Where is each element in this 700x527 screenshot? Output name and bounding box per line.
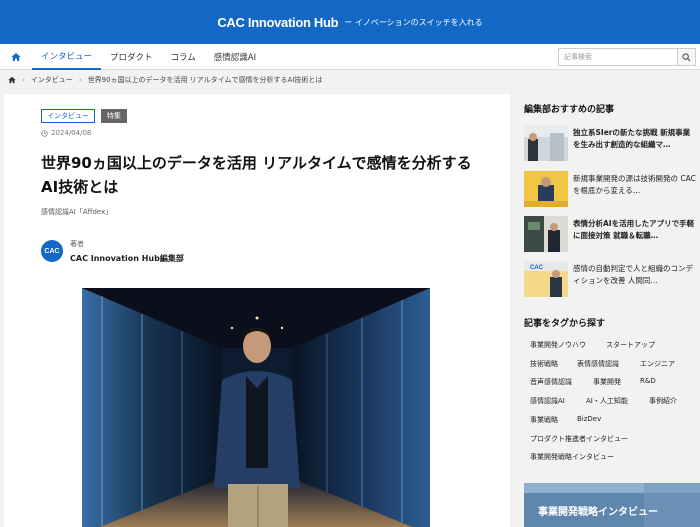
promo-banner[interactable]: 事業開発戦略インタビュー [524, 483, 700, 527]
recommended-article-title[interactable]: 新規事業開発の源は技術開発の CACを根底から変える… [573, 173, 697, 197]
home-button[interactable] [0, 44, 32, 70]
recommended-heading: 編集部おすすめの記事 [524, 105, 615, 115]
search-input[interactable]: 記事検索 [558, 48, 678, 66]
recommended-article-title[interactable]: 表情分析AIを活用したアプリで手軽に面接対策 就職＆転職… [573, 218, 697, 242]
search-icon [682, 52, 691, 62]
breadcrumb-item-interview[interactable]: インタビュー [31, 75, 73, 85]
site-logo[interactable]: CAC Innovation Hub [217, 15, 338, 30]
tag-feature[interactable]: 特集 [101, 109, 127, 123]
tag-link[interactable]: 事業開発 [593, 377, 621, 387]
recommended-article[interactable]: 新規事業開発の源は技術開発の CACを根底から変える… [524, 171, 696, 207]
logo-link[interactable]: CAC Innovation Hub ー イノベーションのスイッチを入れる [217, 15, 482, 30]
recommended-article-title[interactable]: 感情の自動判定で人と組織のコンディションを改善 人間同… [573, 263, 697, 287]
tag-link[interactable]: AI・人工知能 [586, 396, 628, 406]
recommended-article[interactable]: 表情分析AIを活用したアプリで手軽に面接対策 就職＆転職… [524, 216, 696, 252]
article-category[interactable]: 感情認識AI「Affdex」 [41, 207, 112, 217]
author-name[interactable]: CAC Innovation Hub編集部 [70, 253, 184, 264]
article-card: インタビュー 特集 2024/04/08 世界90ヵ国以上のデータを活用 リアル… [4, 94, 510, 527]
nav-tab-emotion-ai[interactable]: 感情認識AI [205, 44, 265, 70]
article-thumbnail[interactable] [524, 171, 568, 207]
tag-link[interactable]: 事業開発ノウハウ [530, 340, 586, 350]
tag-link[interactable]: 事例紹介 [649, 396, 677, 406]
nav-tab-product[interactable]: プロダクト [101, 44, 162, 70]
author-avatar[interactable]: CAC [41, 240, 63, 262]
svg-text:CAC: CAC [530, 265, 544, 271]
tag-link[interactable]: 技術戦略 [530, 359, 558, 369]
tag-link[interactable]: エンジニア [640, 359, 675, 369]
author-role: 著者 [70, 240, 84, 248]
main-nav: インタビュー プロダクト コラム 感情認識AI 記事検索 [0, 44, 700, 70]
article-title: 世界90ヵ国以上のデータを活用 リアルタイムで感情を分析するAI技術とは [41, 154, 472, 196]
breadcrumb: › インタビュー › 世界90ヵ国以上のデータを活用 リアルタイムで感情を分析す… [0, 71, 700, 89]
nav-tab-column[interactable]: コラム [162, 44, 205, 70]
tag-link[interactable]: 表情感情認識 [577, 359, 619, 369]
home-icon [11, 52, 21, 61]
tag-link[interactable]: 事業戦略 [530, 415, 558, 425]
tag-link[interactable]: BizDev [577, 415, 601, 423]
tag-interview[interactable]: インタビュー [41, 109, 95, 123]
tags-heading: 記事をタグから探す [524, 319, 606, 329]
recommended-article-title[interactable]: 独立系SIerの新たな挑戦 新規事業を生み出す創造的な組織マ… [573, 127, 697, 151]
search-button[interactable] [678, 48, 696, 66]
recommended-article[interactable]: CAC 感情の自動判定で人と組織のコンディションを改善 人間同… [524, 261, 696, 297]
hero-photo [82, 288, 430, 527]
chevron-right-icon: › [78, 76, 82, 84]
recommended-article[interactable]: 独立系SIerの新たな挑戦 新規事業を生み出す創造的な組織マ… [524, 125, 696, 161]
site-tagline: ー イノベーションのスイッチを入れる [344, 17, 483, 27]
breadcrumb-item-current: 世界90ヵ国以上のデータを活用 リアルタイムで感情を分析するAI技術とは [87, 76, 323, 84]
promo-banner-title[interactable]: 事業開発戦略インタビュー [538, 503, 658, 518]
article-thumbnail[interactable] [524, 125, 568, 161]
tag-link[interactable]: 感情認識AI [530, 396, 565, 406]
tag-link[interactable]: 事業開発戦略インタビュー [530, 452, 614, 462]
publish-date: 2024/04/08 [41, 129, 91, 137]
chevron-right-icon: › [22, 76, 25, 84]
tag-link[interactable]: スタートアップ [606, 340, 655, 350]
tag-link[interactable]: R&D [640, 377, 656, 385]
tag-link[interactable]: プロダクト推進者インタビュー [530, 434, 628, 444]
clock-icon [41, 129, 48, 137]
article-thumbnail[interactable] [524, 216, 568, 252]
date-text: 2024/04/08 [51, 129, 92, 137]
site-header: CAC Innovation Hub ー イノベーションのスイッチを入れる [0, 0, 700, 44]
home-icon[interactable] [8, 76, 16, 84]
nav-tab-interview[interactable]: インタビュー [32, 44, 102, 70]
article-thumbnail[interactable]: CAC [524, 261, 568, 297]
tag-link[interactable]: 音声感情認識 [530, 377, 572, 387]
